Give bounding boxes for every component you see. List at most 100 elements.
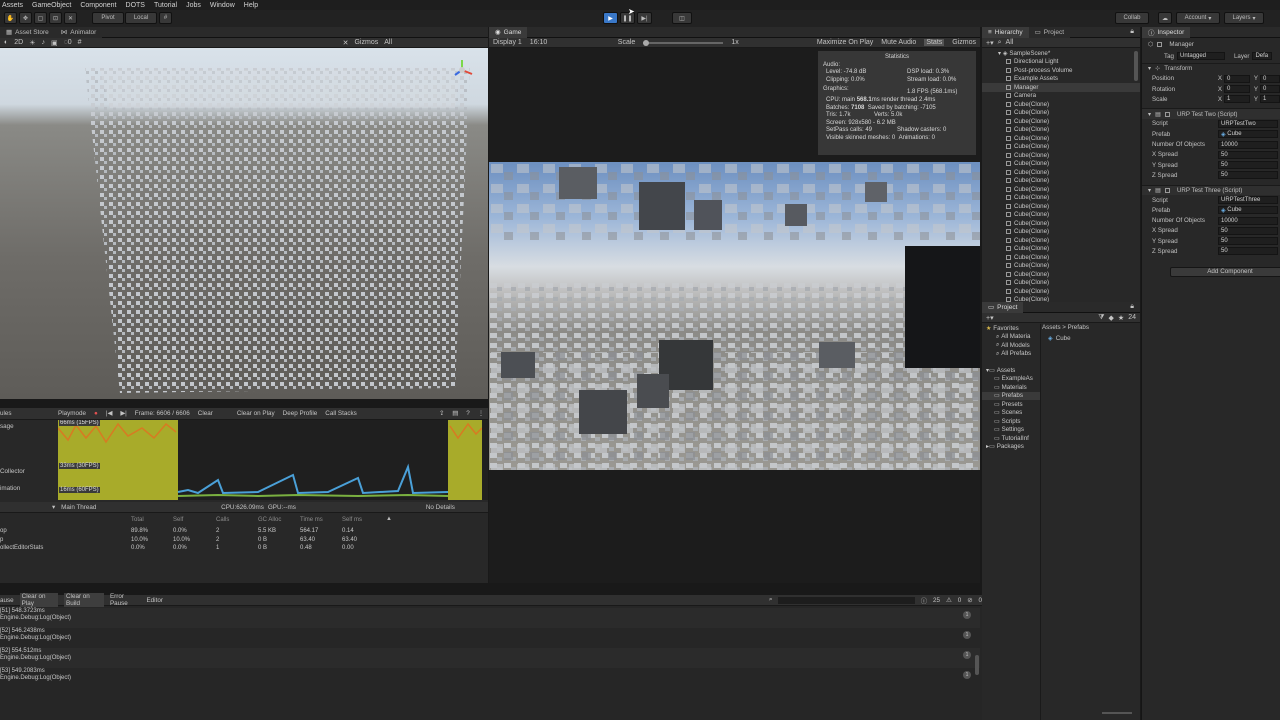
orientation-gizmo-icon[interactable] [450,58,474,82]
col-gc-alloc[interactable]: GC Alloc [258,517,281,523]
tab-hierarchy[interactable]: ≡ Hierarchy [982,26,1029,38]
hierarchy-clone-item[interactable]: Cube(Clone) [1006,143,1140,152]
module-usage[interactable]: sage [0,423,14,430]
asset-folder[interactable]: ▭ Scripts [982,417,1040,426]
console-scrollbar[interactable] [975,655,979,675]
maximize-toggle[interactable]: Maximize On Play [817,39,873,46]
add-icon[interactable]: +▾ [986,314,994,322]
hierarchy-clone-item[interactable]: Cube(Clone) [1006,262,1140,271]
component-enabled-checkbox[interactable] [1164,187,1170,193]
asset-folder[interactable]: ▭ Materials [982,383,1040,392]
load-icon[interactable]: ⇪ [439,410,444,417]
z-spread-field[interactable]: 50 [1218,247,1278,256]
tab-project[interactable]: ▭ Project [982,301,1024,313]
collab-dropdown[interactable]: Collab [1115,12,1149,24]
hierarchy-clone-item[interactable]: Cube(Clone) [1006,228,1140,237]
scale-x-field[interactable]: 1 [1223,95,1250,104]
save-icon[interactable]: ▤ [452,410,458,417]
clear-on-play-button[interactable]: Clear on Play [19,593,58,607]
tag-dropdown[interactable]: Untagged [1176,52,1225,61]
record-icon[interactable]: ● [94,410,98,417]
x-spread-field[interactable]: 50 [1218,226,1278,235]
menu-gameobject[interactable]: GameObject [32,2,71,9]
console-entry[interactable]: [51] 548.3723ms Engine.Debug:Log(Object)… [0,608,980,628]
project-breadcrumb[interactable]: Assets > Prefabs [1042,324,1089,331]
active-checkbox[interactable] [1157,42,1163,47]
scale-y-field[interactable]: 1 [1260,95,1280,104]
component-header-urp-test-three[interactable]: ▾ ▤ URP Test Three (Script) [1142,184,1280,195]
warning-icon[interactable]: ⚠ [946,597,952,604]
tab-inspector[interactable]: ⓘ Inspector [1142,26,1191,38]
col-total[interactable]: Total [131,517,144,523]
menu-component[interactable]: Component [80,2,116,9]
clear-on-build-button[interactable]: Clear on Build [64,593,104,607]
profiler-scrollbar[interactable] [482,420,488,500]
col-time-ms[interactable]: Time ms [300,517,323,523]
shading-mode-icon[interactable]: ◐ [4,39,8,46]
layers-dropdown[interactable]: Layers ▾ [1224,12,1264,24]
hierarchy-item[interactable]: Directional Light [1006,58,1140,67]
number-objects-field[interactable]: 10000 [1218,140,1278,149]
asset-folder-selected[interactable]: ▭ Prefabs [982,391,1040,400]
layout-capture-button[interactable]: ◫ [672,12,692,24]
icon-size-slider[interactable] [1102,712,1132,714]
hierarchy-search-input[interactable]: All [1006,39,1014,46]
menu-window[interactable]: Window [210,2,235,9]
step-back-icon[interactable]: |◀ [106,410,112,417]
module-animation[interactable]: imation [0,485,20,492]
hierarchy-clone-item[interactable]: Cube(Clone) [1006,270,1140,279]
step-forward-icon[interactable]: ▶| [120,410,126,417]
step-button[interactable]: ▶| [637,12,652,24]
position-y-field[interactable]: 0 [1260,74,1280,83]
tab-project[interactable]: ▭ Project [1028,26,1070,38]
hierarchy-clone-item[interactable]: Cube(Clone) [1006,245,1140,254]
console-pause-button[interactable]: ause [0,597,14,604]
hand-tool-button[interactable]: ✋ [4,12,17,24]
hierarchy-scrollbar[interactable] [1134,51,1138,81]
menu-assets[interactable]: Assets [2,2,23,9]
gizmos-dropdown[interactable]: Gizmos [952,39,976,46]
col-self-ms[interactable]: Self ms [342,517,362,523]
call-stacks-toggle[interactable]: Call Stacks [325,410,357,417]
info-icon[interactable]: ⓘ [921,596,927,605]
error-icon[interactable]: ⊘ [967,597,972,604]
position-x-field[interactable]: 0 [1223,74,1250,83]
hierarchy-clone-item[interactable]: Cube(Clone) [1006,287,1140,296]
hierarchy-clone-item[interactable]: Cube(Clone) [1006,134,1140,143]
hierarchy-clone-item[interactable]: Cube(Clone) [1006,194,1140,203]
hierarchy-clone-item[interactable]: Cube(Clone) [1006,126,1140,135]
component-header-urp-test-two[interactable]: ▾ ▤ URP Test Two (Script) [1142,108,1280,119]
rotation-y-field[interactable]: 0 [1260,85,1280,94]
hierarchy-item[interactable]: Example Assets [1006,75,1140,84]
profiler-modules-dropdown[interactable]: ules [0,410,50,417]
prefab-field[interactable]: ◈ Cube [1218,130,1278,139]
hidden-objects-icon[interactable]: ◌0 [64,39,72,46]
cloud-button[interactable]: ☁ [1158,12,1172,24]
hierarchy-clone-item[interactable]: Cube(Clone) [1006,100,1140,109]
menu-dots[interactable]: DOTS [126,2,145,9]
lighting-icon[interactable]: ☀ [29,39,35,47]
thread-dropdown[interactable]: Main Thread [61,504,161,511]
game-viewport[interactable] [489,162,980,470]
hierarchy-clone-item[interactable]: Cube(Clone) [1006,219,1140,228]
menu-tutorial[interactable]: Tutorial [154,2,177,9]
col-self[interactable]: Self [173,517,183,523]
transform-header[interactable]: ▾ ⊹ Transform [1142,63,1280,73]
rotation-x-field[interactable]: 0 [1223,85,1250,94]
hierarchy-clone-item[interactable]: Cube(Clone) [1006,211,1140,220]
mode-2d-toggle[interactable]: 2D [14,39,23,46]
favorites-header[interactable]: ★ Favorites [982,324,1040,333]
hierarchy-clone-item[interactable]: Cube(Clone) [1006,117,1140,126]
audio-icon[interactable]: ♪ [41,39,45,46]
y-spread-field[interactable]: 50 [1218,237,1278,246]
move-tool-button[interactable]: ✥ [19,12,32,24]
hierarchy-clone-item[interactable]: Cube(Clone) [1006,160,1140,169]
error-pause-button[interactable]: Error Pause [110,593,141,607]
z-spread-field[interactable]: 50 [1218,171,1278,180]
add-icon[interactable]: +▾ [986,39,994,47]
mute-toggle[interactable]: Mute Audio [881,39,916,46]
account-dropdown[interactable]: Account ▾ [1176,12,1220,24]
hierarchy-clone-item[interactable]: Cube(Clone) [1006,279,1140,288]
asset-folder[interactable]: ▭ Presets [982,400,1040,409]
editor-dropdown[interactable]: Editor [146,597,162,604]
